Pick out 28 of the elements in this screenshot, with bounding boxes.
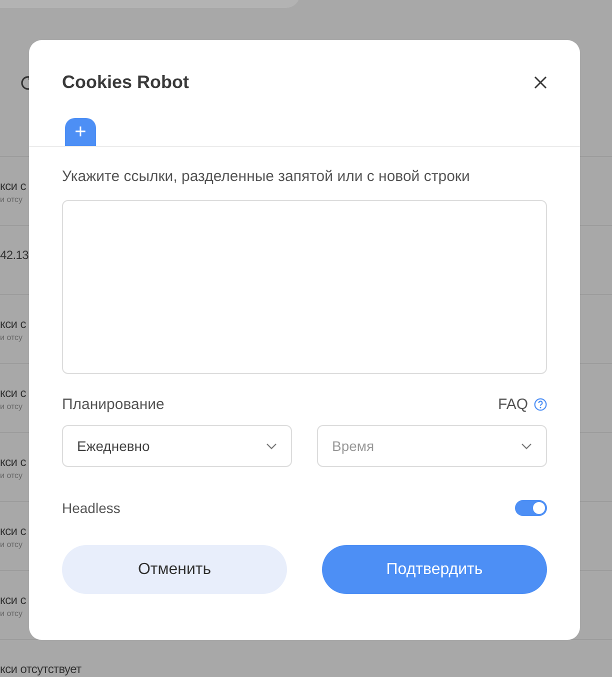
row-title: кси с	[0, 179, 26, 193]
row-title: кси отсутствует	[0, 662, 82, 676]
cancel-button[interactable]: Отменить	[62, 545, 287, 594]
dialog-title: Cookies Robot	[62, 72, 190, 93]
row-subtitle: и отсу	[0, 195, 23, 204]
row-title: кси с	[0, 593, 26, 607]
row-title: кси с	[0, 524, 26, 538]
frequency-dropdown[interactable]: Ежедневно	[62, 425, 292, 467]
row-subtitle: и отсу	[0, 333, 23, 342]
row-title: кси с	[0, 386, 26, 400]
row-subtitle: и отсу	[0, 540, 23, 549]
row-title: кси с	[0, 455, 26, 469]
chevron-down-icon	[266, 442, 277, 450]
headless-toggle[interactable]	[515, 500, 547, 516]
row-subtitle: и отсу	[0, 471, 23, 480]
faq-link[interactable]: FAQ	[498, 396, 528, 413]
links-label: Укажите ссылки, разделенные запятой или с новой строки	[62, 167, 471, 186]
links-field[interactable]	[62, 200, 547, 374]
row-title: кси с	[0, 317, 26, 331]
schedule-label: Планирование	[62, 396, 164, 413]
row-subtitle: и отсу	[0, 609, 23, 618]
row-title: 42.13	[0, 248, 29, 262]
refresh-icon	[19, 74, 29, 92]
close-icon[interactable]	[534, 76, 547, 89]
chevron-down-icon	[521, 442, 532, 450]
headless-label: Headless	[62, 500, 120, 516]
row-subtitle: и отсу	[0, 402, 23, 411]
help-icon[interactable]	[534, 398, 547, 411]
